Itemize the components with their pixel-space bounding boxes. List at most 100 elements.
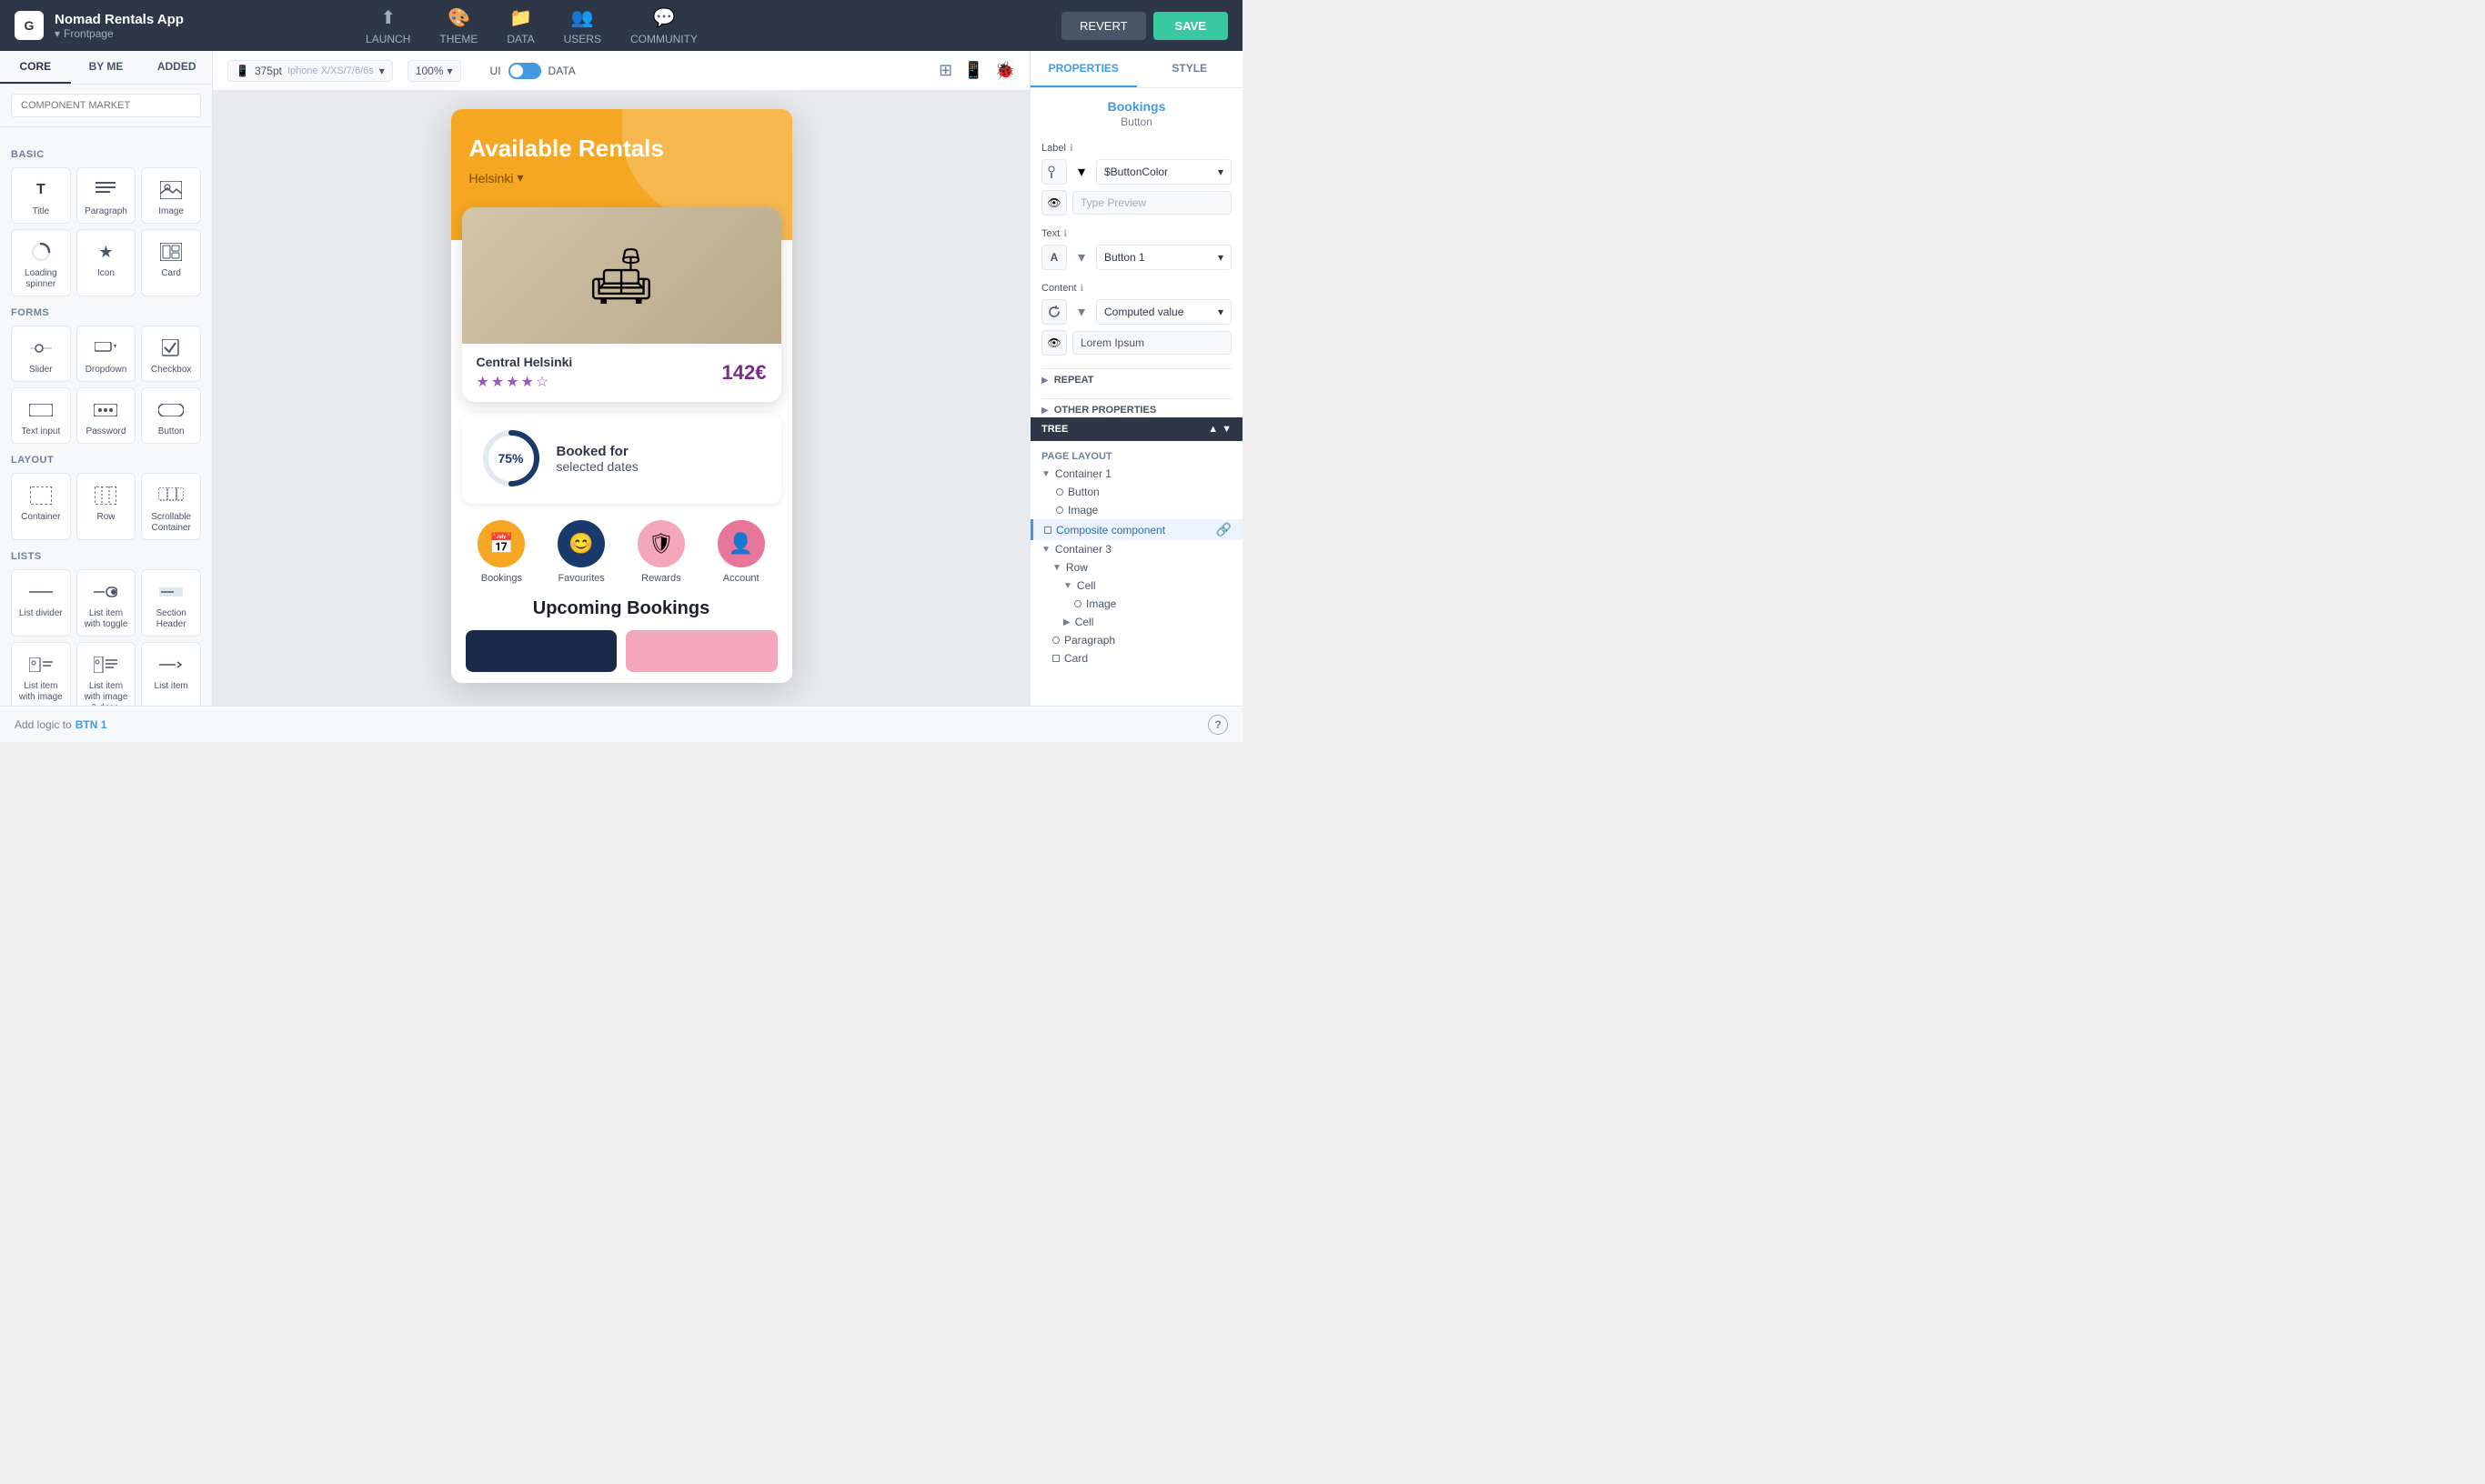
tree-image-2[interactable]: Image xyxy=(1031,595,1242,613)
nav-data[interactable]: 📁 DATA xyxy=(507,6,534,45)
upcoming-btn-pink[interactable] xyxy=(626,630,778,672)
eye-icon-btn[interactable]: 👁 xyxy=(1041,330,1067,356)
component-list-item-image-desc[interactable]: List item with image & desc. xyxy=(76,642,136,706)
eye-icon-btn[interactable]: 👁 xyxy=(1041,190,1067,216)
tree-cell-2[interactable]: ▶ Cell xyxy=(1031,613,1242,631)
booking-progress: 75% xyxy=(480,427,542,489)
component-row-label: Row xyxy=(96,512,115,523)
favourites-icon: 😊 xyxy=(558,520,605,567)
component-scrollable-container[interactable]: Scrollable Container xyxy=(141,473,201,540)
debug-icon[interactable]: 🐞 xyxy=(995,61,1015,80)
component-button-label: Button xyxy=(158,426,185,437)
component-row[interactable]: Row xyxy=(76,473,136,540)
component-paragraph[interactable]: Paragraph xyxy=(76,167,136,224)
tree-container-3[interactable]: ▼ Container 3 xyxy=(1031,540,1242,558)
nav-launch[interactable]: ⬆ LAUNCH xyxy=(366,6,410,45)
booking-card: 75% Booked for selected dates xyxy=(462,413,781,504)
component-text-input[interactable]: Text input xyxy=(11,387,71,444)
label-preview-input[interactable] xyxy=(1072,191,1232,215)
tree-controls: ▲ ▼ xyxy=(1208,424,1232,435)
tree-item-label: Composite component xyxy=(1056,524,1165,536)
tree-container-1[interactable]: ▼ Container 1 xyxy=(1031,465,1242,483)
right-panel-tabs: PROPERTIES STYLE xyxy=(1031,51,1242,88)
zoom-selector[interactable]: 100% ▾ xyxy=(407,60,461,82)
tree-paragraph[interactable]: Paragraph xyxy=(1031,631,1242,649)
component-checkbox[interactable]: Checkbox xyxy=(141,326,201,382)
save-button[interactable]: SAVE xyxy=(1153,12,1228,40)
tree-section: TREE ▲ ▼ PAGE LAYOUT ▼ Container 1 Butto… xyxy=(1031,417,1242,675)
chevron-down-icon: ▾ xyxy=(1218,165,1223,178)
list-item-image-icon xyxy=(29,652,53,677)
tab-properties[interactable]: PROPERTIES xyxy=(1031,51,1137,87)
repeat-label: REPEAT xyxy=(1054,375,1094,386)
nav-theme[interactable]: 🎨 THEME xyxy=(439,6,478,45)
component-image[interactable]: Image xyxy=(141,167,201,224)
device-selector[interactable]: 📱 375pt Iphone X/XS/7/6/6s ▾ xyxy=(227,60,393,82)
text-type-btn[interactable]: A xyxy=(1041,245,1067,270)
sidebar-tab-added[interactable]: ADDED xyxy=(141,51,212,84)
tree-item-label: Cell xyxy=(1077,579,1096,592)
sidebar-tab-core[interactable]: CORE xyxy=(0,51,71,84)
tree-item-label: Image xyxy=(1068,504,1098,516)
tree-square-icon xyxy=(1052,655,1060,662)
arrow-right-icon: ▶ xyxy=(1063,617,1071,627)
chevron-down-icon: ▾ xyxy=(448,65,453,77)
component-button[interactable]: Button xyxy=(141,387,201,444)
tree-collapse-icon[interactable]: ▼ xyxy=(1222,424,1232,435)
content-value-select[interactable]: Computed value ▾ xyxy=(1096,299,1232,325)
help-icon-btn[interactable]: ? xyxy=(1208,715,1228,735)
label-icon-btn[interactable] xyxy=(1041,159,1067,185)
repeat-collapse[interactable]: ▶ REPEAT xyxy=(1041,368,1232,391)
phone-location[interactable]: Helsinki ▾ xyxy=(469,170,774,186)
responsive-view-icon[interactable]: 📱 xyxy=(963,61,983,80)
app-page: ▾ Frontpage xyxy=(55,27,184,40)
component-list-divider[interactable]: List divider xyxy=(11,569,71,637)
tree-image[interactable]: Image xyxy=(1031,501,1242,519)
nav-users[interactable]: 👥 USERS xyxy=(564,6,601,45)
component-dropdown[interactable]: Dropdown xyxy=(76,326,136,382)
action-rewards[interactable]: 🛡 Rewards xyxy=(638,520,685,584)
tree-card[interactable]: Card xyxy=(1031,649,1242,667)
component-slider[interactable]: Slider xyxy=(11,326,71,382)
component-container[interactable]: Container xyxy=(11,473,71,540)
label-color-select[interactable]: $ButtonColor ▾ xyxy=(1096,159,1232,185)
nav-community[interactable]: 💬 COMMUNITY xyxy=(630,6,698,45)
tree-section-header: TREE ▲ ▼ xyxy=(1031,417,1242,441)
component-container-label: Container xyxy=(21,512,60,523)
action-bookings[interactable]: 📅 Bookings xyxy=(478,520,525,584)
view-mode-toggle[interactable] xyxy=(508,63,541,79)
tree-expand-icon[interactable]: ▲ xyxy=(1208,424,1218,435)
upcoming-btn-dark[interactable] xyxy=(466,630,618,672)
component-icon[interactable]: ★ Icon xyxy=(76,229,136,296)
tree-row[interactable]: ▼ Row xyxy=(1031,558,1242,577)
tree-button[interactable]: Button xyxy=(1031,483,1242,501)
sidebar-tab-byme[interactable]: BY ME xyxy=(71,51,142,84)
text-value-select[interactable]: Button 1 ▾ xyxy=(1096,245,1232,270)
upcoming-section: Upcoming Bookings xyxy=(451,595,792,683)
component-loading-spinner[interactable]: Loading spinner xyxy=(11,229,71,296)
component-list-item-image[interactable]: List item with image xyxy=(11,642,71,706)
account-icon: 👤 xyxy=(718,520,765,567)
content-preview-input[interactable] xyxy=(1072,331,1232,355)
component-list-item[interactable]: List item xyxy=(141,642,201,706)
component-password[interactable]: Password xyxy=(76,387,136,444)
tab-style[interactable]: STYLE xyxy=(1137,51,1243,87)
component-list-item-label: List item xyxy=(155,681,188,692)
content-refresh-icon-btn[interactable] xyxy=(1041,299,1067,325)
tree-item-label: Image xyxy=(1086,597,1116,610)
component-card[interactable]: Card xyxy=(141,229,201,296)
component-list-item-toggle[interactable]: List item with toggle xyxy=(76,569,136,637)
tree-composite-component[interactable]: Composite component 🔗 xyxy=(1031,519,1242,540)
component-title[interactable]: T Title xyxy=(11,167,71,224)
action-account[interactable]: 👤 Account xyxy=(718,520,765,584)
component-search-input[interactable] xyxy=(11,94,201,117)
grid-view-icon[interactable]: ⊞ xyxy=(939,61,952,80)
tree-item-label: Paragraph xyxy=(1064,634,1115,647)
theme-icon: 🎨 xyxy=(448,6,470,29)
action-favourites[interactable]: 😊 Favourites xyxy=(558,520,605,584)
component-section-header[interactable]: Section Header xyxy=(141,569,201,637)
revert-button[interactable]: REVERT xyxy=(1061,12,1146,40)
tree-cell-1[interactable]: ▼ Cell xyxy=(1031,577,1242,595)
btn-highlight-label[interactable]: BTN 1 xyxy=(75,718,107,731)
title-icon: T xyxy=(36,177,45,203)
